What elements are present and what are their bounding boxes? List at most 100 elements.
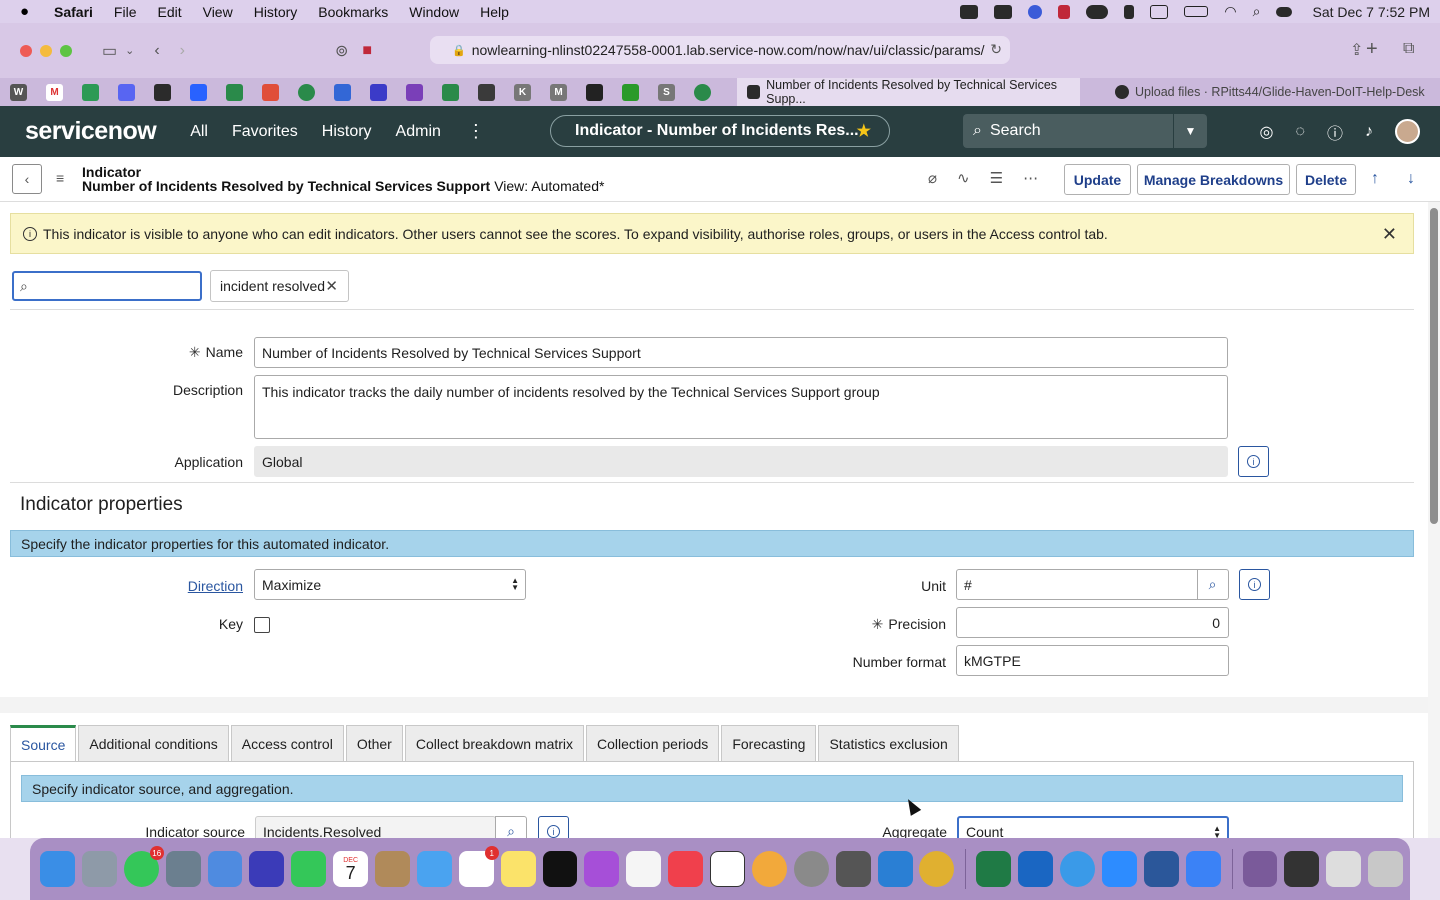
screenshot-icon[interactable] — [835, 851, 871, 887]
trash-icon[interactable] — [1368, 851, 1404, 887]
shield-status-icon[interactable] — [1058, 4, 1071, 19]
windows-app-icon[interactable] — [1185, 851, 1221, 887]
music-icon[interactable] — [668, 851, 704, 887]
menu-bookmarks[interactable]: Bookmarks — [318, 4, 388, 20]
fav-leaf-icon[interactable] — [442, 83, 459, 101]
activity-icon[interactable]: ∿ — [957, 169, 970, 187]
close-icon[interactable]: ✕ — [1382, 224, 1397, 245]
fav-flag-icon[interactable] — [622, 83, 639, 101]
tab-statistics-exclusion[interactable]: Statistics exclusion — [818, 725, 959, 761]
status-app-icon[interactable] — [960, 4, 979, 19]
wifi-icon[interactable]: ◠ — [1224, 3, 1236, 20]
tab-collect-breakdown-matrix[interactable]: Collect breakdown matrix — [404, 725, 585, 761]
fav-k-icon[interactable]: K — [514, 83, 531, 101]
servicenow-logo[interactable]: servicenow — [25, 117, 157, 146]
menu-file[interactable]: File — [114, 4, 137, 20]
apple-menu-icon[interactable]: ● — [20, 3, 34, 20]
fav-triangle-icon[interactable] — [262, 83, 279, 101]
unit-field[interactable]: # — [956, 569, 1198, 600]
tab-access-control[interactable]: Access control — [230, 725, 344, 761]
application-info-button[interactable]: i — [1238, 446, 1269, 477]
fav-s-icon[interactable]: S — [658, 83, 675, 101]
update-button[interactable]: Update — [1064, 164, 1131, 195]
safari-icon[interactable] — [1060, 851, 1096, 887]
outlook-icon[interactable] — [1018, 851, 1054, 887]
more-options-icon[interactable]: ⋯ — [1023, 169, 1038, 187]
mail-icon[interactable] — [416, 851, 452, 887]
nav-history[interactable]: History — [322, 123, 372, 141]
vscode-icon[interactable] — [877, 851, 913, 887]
section-filter-input[interactable]: ⌕ — [12, 271, 202, 301]
browser-tab-github[interactable]: Upload files · RPitts44/Glide-Haven-DoIT… — [1105, 78, 1440, 106]
unit-lookup-button[interactable]: ⌕ — [1197, 569, 1229, 600]
menu-window[interactable]: Window — [409, 4, 459, 20]
downloads-icon[interactable]: ⊚ — [335, 41, 348, 61]
menu-clock[interactable]: Sat Dec 7 7:52 PM — [1312, 4, 1430, 20]
notes-icon[interactable] — [500, 851, 536, 887]
apple-tv-icon[interactable] — [542, 851, 578, 887]
scrollbar-thumb[interactable] — [1430, 208, 1438, 524]
delete-button[interactable]: Delete — [1296, 164, 1356, 195]
fav-servicenow-icon[interactable] — [154, 83, 171, 101]
sidebar-toggle-icon[interactable]: ▭ — [102, 41, 117, 61]
finder-icon[interactable] — [40, 851, 75, 887]
close-window-button[interactable] — [20, 44, 32, 57]
photos-icon[interactable] — [751, 851, 787, 887]
excel-icon[interactable] — [976, 851, 1012, 887]
word-icon[interactable] — [1143, 851, 1179, 887]
browser-tab-active[interactable]: Number of Incidents Resolved by Technica… — [737, 78, 1080, 106]
tab-additional-conditions[interactable]: Additional conditions — [78, 725, 229, 761]
favorite-star-icon[interactable]: ★ — [857, 121, 871, 141]
forward-icon[interactable]: › — [180, 42, 185, 60]
filter-tag[interactable]: incident resolved ✕ — [210, 270, 349, 302]
fav-u-icon[interactable] — [406, 83, 423, 101]
next-record-icon[interactable]: ↓ — [1407, 170, 1415, 188]
page-scrollbar[interactable] — [1428, 202, 1440, 838]
notion-icon[interactable] — [710, 851, 746, 887]
menu-help[interactable]: Help — [480, 4, 509, 20]
spotlight-search-icon[interactable]: ⌕ — [1253, 3, 1261, 20]
direction-select[interactable]: Maximize ▲ ▼ — [254, 569, 526, 600]
fav-green-icon[interactable] — [694, 83, 711, 101]
menu-app-name[interactable]: Safari — [54, 4, 93, 20]
app-store-icon[interactable] — [207, 851, 243, 887]
fav-aws-icon[interactable] — [586, 83, 603, 101]
context-pill[interactable]: Indicator - Number of Incidents Res... ★ — [550, 115, 890, 147]
direction-label[interactable]: Direction — [150, 578, 243, 594]
chevron-down-icon[interactable]: ⌄ — [125, 44, 134, 57]
precision-field[interactable]: 0 — [956, 607, 1229, 638]
new-tab-icon[interactable]: + — [1366, 38, 1378, 61]
key-checkbox[interactable] — [254, 617, 270, 633]
minimize-window-button[interactable] — [40, 44, 52, 57]
chrome-icon[interactable] — [919, 851, 955, 887]
documents-stack-icon[interactable] — [1326, 851, 1362, 887]
fav-w-icon[interactable]: W — [10, 83, 27, 101]
nav-favorites[interactable]: Favorites — [232, 123, 298, 141]
bell-icon[interactable]: ♪ — [1365, 123, 1373, 141]
globe-icon[interactable]: ◎ — [1260, 122, 1274, 142]
battery-icon[interactable] — [1184, 6, 1209, 17]
fav-list-icon[interactable] — [370, 83, 387, 101]
launchpad-icon[interactable] — [81, 851, 117, 887]
global-search[interactable]: ⌕ Search ▼ — [963, 114, 1207, 148]
unit-info-button[interactable]: i — [1239, 569, 1270, 600]
reload-icon[interactable]: ↻ — [990, 41, 1002, 58]
calendar-icon[interactable]: DEC 7 — [333, 851, 369, 887]
back-icon[interactable]: ‹ — [154, 42, 159, 60]
nav-all[interactable]: All — [190, 123, 208, 141]
affinity-icon[interactable] — [249, 851, 285, 887]
contacts-icon[interactable] — [375, 851, 410, 887]
fav-discord-icon[interactable] — [118, 83, 135, 101]
name-field[interactable]: Number of Incidents Resolved by Technica… — [254, 337, 1228, 368]
fav-dark-icon[interactable] — [478, 83, 495, 101]
number-format-field[interactable]: kMGTPE — [956, 645, 1229, 676]
manage-breakdowns-button[interactable]: Manage Breakdowns — [1137, 164, 1290, 195]
fav-docs-icon[interactable] — [334, 83, 351, 101]
podcasts-icon[interactable] — [584, 851, 620, 887]
indicator-source-info-button[interactable]: i — [538, 816, 569, 838]
zoom-icon[interactable] — [1101, 851, 1137, 887]
indicator-source-field[interactable]: Incidents.Resolved — [255, 816, 496, 838]
facetime-icon[interactable] — [291, 851, 327, 887]
form-back-button[interactable]: ‹ — [12, 164, 42, 194]
fav-app-icon[interactable] — [226, 83, 243, 101]
